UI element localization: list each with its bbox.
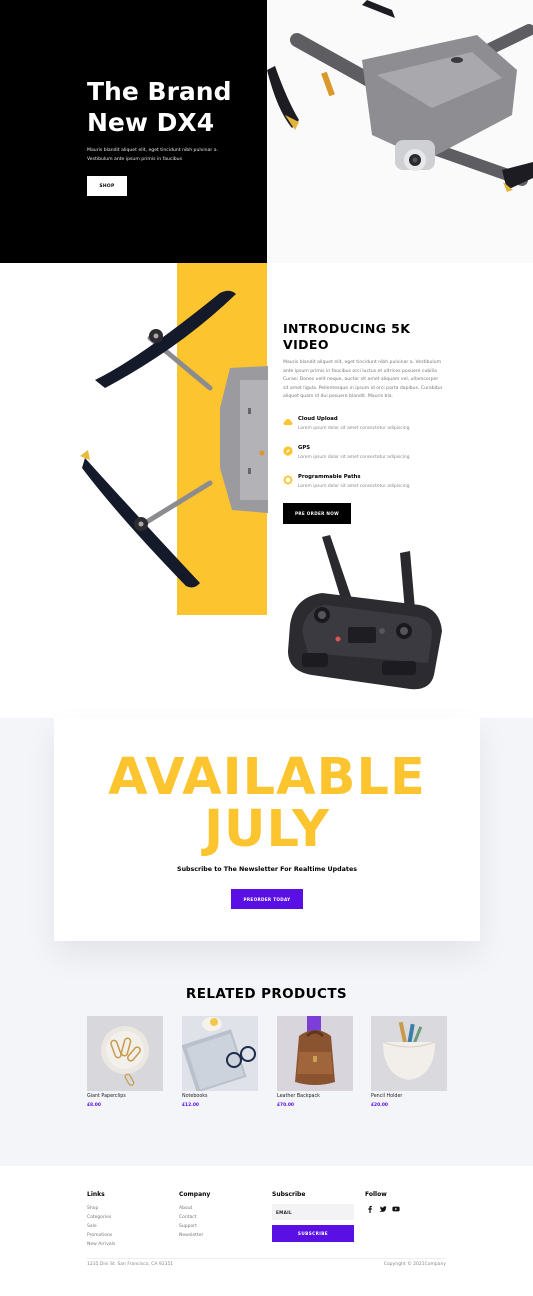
- product-name[interactable]: Pencil Holder: [371, 1094, 402, 1099]
- cloud-icon: [283, 419, 293, 425]
- subscribe-button[interactable]: SUBSCRIBE: [272, 1225, 354, 1242]
- preorder-today-button[interactable]: PREORDER TODAY: [231, 889, 303, 909]
- hero-drone-image: [267, 0, 533, 263]
- product-card-notebooks[interactable]: Notebooks £12.00: [182, 1016, 258, 1126]
- feature-item-desc: Lorem ipsum dolor sit amet consectetur a…: [298, 426, 410, 431]
- footer-follow-title: Follow: [365, 1191, 387, 1198]
- footer-link-contact[interactable]: Contact: [179, 1213, 210, 1222]
- hero-section: The Brand New DX4 Mauris blandit aliquet…: [0, 0, 533, 263]
- product-image[interactable]: [371, 1016, 447, 1091]
- hero-description-line2: Vestibulum ante ipsum primis in faucibus: [87, 156, 182, 162]
- notebooks-image: [182, 1016, 258, 1091]
- feature-item-programmable-paths: Programmable Paths Lorem ipsum dolor sit…: [283, 474, 453, 496]
- gear-icon: [283, 475, 293, 485]
- product-image[interactable]: [87, 1016, 163, 1091]
- feature-item-desc: Lorem ipsum dolor sit amet consectetur a…: [298, 484, 410, 489]
- feature-item-cloud-upload: Cloud Upload Lorem ipsum dolor sit amet …: [283, 416, 453, 438]
- footer-divider: [87, 1258, 446, 1259]
- available-section: AVAILABLE JULY Subscribe to The Newslett…: [0, 718, 533, 1166]
- email-input[interactable]: EMAIL: [272, 1204, 354, 1220]
- footer-links-title: Links: [87, 1191, 105, 1198]
- product-card-backpack[interactable]: Leather Backpack £70.00: [277, 1016, 353, 1126]
- product-image[interactable]: [182, 1016, 258, 1091]
- product-name[interactable]: Giant Paperclips: [87, 1094, 126, 1099]
- product-name[interactable]: Notebooks: [182, 1094, 208, 1099]
- footer-link-promotions[interactable]: Promotions: [87, 1231, 115, 1240]
- footer-link-new-arrivals[interactable]: New Arrivals: [87, 1240, 115, 1249]
- feature-title-line2: VIDEO: [283, 337, 329, 352]
- feature-title: INTRODUCING 5K VIDEO: [283, 321, 443, 353]
- drone-topview-image: [80, 290, 268, 588]
- product-image[interactable]: [277, 1016, 353, 1091]
- feature-section: INTRODUCING 5K VIDEO Mauris blandit aliq…: [0, 263, 533, 718]
- drone-illustration: [267, 0, 533, 263]
- product-price: £12.00: [182, 1103, 199, 1108]
- footer-company-title: Company: [179, 1191, 211, 1198]
- footer-link-shop[interactable]: Shop: [87, 1204, 115, 1213]
- facebook-icon[interactable]: [366, 1205, 374, 1213]
- hero-title: The Brand New DX4: [87, 76, 262, 138]
- footer-links-column: Links Shop Categories Sale Promotions Ne…: [87, 1191, 115, 1249]
- pencil-holder-image: [371, 1016, 447, 1091]
- footer-company-column: Company About Contact Support Newsletter: [179, 1191, 210, 1240]
- available-card: AVAILABLE JULY Subscribe to The Newslett…: [54, 718, 480, 941]
- feature-item-desc: Lorem ipsum dolor sit amet consectetur a…: [298, 455, 410, 460]
- remote-controller-image: [288, 535, 442, 690]
- feature-item-gps: GPS Lorem ipsum dolor sit amet consectet…: [283, 445, 453, 467]
- footer-address: 1235 Divi St. San Francisco, CA 92351: [87, 1262, 174, 1267]
- available-heading-line1: AVAILABLE: [108, 748, 426, 807]
- footer-link-about[interactable]: About: [179, 1204, 210, 1213]
- hero-title-line2: New DX4: [87, 108, 215, 137]
- footer-link-sale[interactable]: Sale: [87, 1222, 115, 1231]
- footer-copyright: Copyright © 2021Company: [383, 1262, 446, 1267]
- hero-title-line1: The Brand: [87, 77, 232, 106]
- product-price: £8.00: [87, 1103, 101, 1108]
- backpack-image: [277, 1016, 353, 1091]
- newsletter-subtitle: Subscribe to The Newsletter For Realtime…: [177, 866, 357, 873]
- product-price: £20.00: [371, 1103, 388, 1108]
- product-card-paperclips[interactable]: Giant Paperclips £8.00: [87, 1016, 163, 1126]
- feature-description: Mauris blandit aliquet elit, eget tincid…: [283, 360, 443, 400]
- footer-subscribe-column: Subscribe: [272, 1191, 305, 1204]
- footer: Links Shop Categories Sale Promotions Ne…: [0, 1166, 533, 1296]
- feature-item-name: Programmable Paths: [298, 474, 361, 480]
- footer-link-support[interactable]: Support: [179, 1222, 210, 1231]
- feature-item-name: Cloud Upload: [298, 416, 338, 422]
- youtube-icon[interactable]: [392, 1205, 400, 1213]
- hero-description: Mauris blandit aliquet elit, eget tincid…: [87, 147, 247, 164]
- feature-title-line1: INTRODUCING 5K: [283, 321, 411, 336]
- footer-follow-column: Follow: [365, 1191, 387, 1204]
- product-price: £70.00: [277, 1103, 294, 1108]
- paperclips-image: [87, 1016, 163, 1091]
- compass-icon: [283, 446, 293, 456]
- feature-item-name: GPS: [298, 445, 311, 451]
- twitter-icon[interactable]: [379, 1205, 387, 1213]
- available-heading-line2: JULY: [204, 800, 330, 859]
- hero-description-line1: Mauris blandit aliquet elit, eget tincid…: [87, 148, 219, 153]
- footer-subscribe-title: Subscribe: [272, 1191, 306, 1198]
- related-products-title: RELATED PRODUCTS: [185, 986, 348, 1002]
- footer-link-categories[interactable]: Categories: [87, 1213, 115, 1222]
- shop-button[interactable]: SHOP: [87, 176, 127, 196]
- footer-link-newsletter[interactable]: Newsletter: [179, 1231, 210, 1240]
- pre-order-now-button[interactable]: PRE ORDER NOW: [283, 503, 351, 524]
- product-card-pencil-holder[interactable]: Pencil Holder £20.00: [371, 1016, 447, 1126]
- product-name[interactable]: Leather Backpack: [277, 1094, 320, 1099]
